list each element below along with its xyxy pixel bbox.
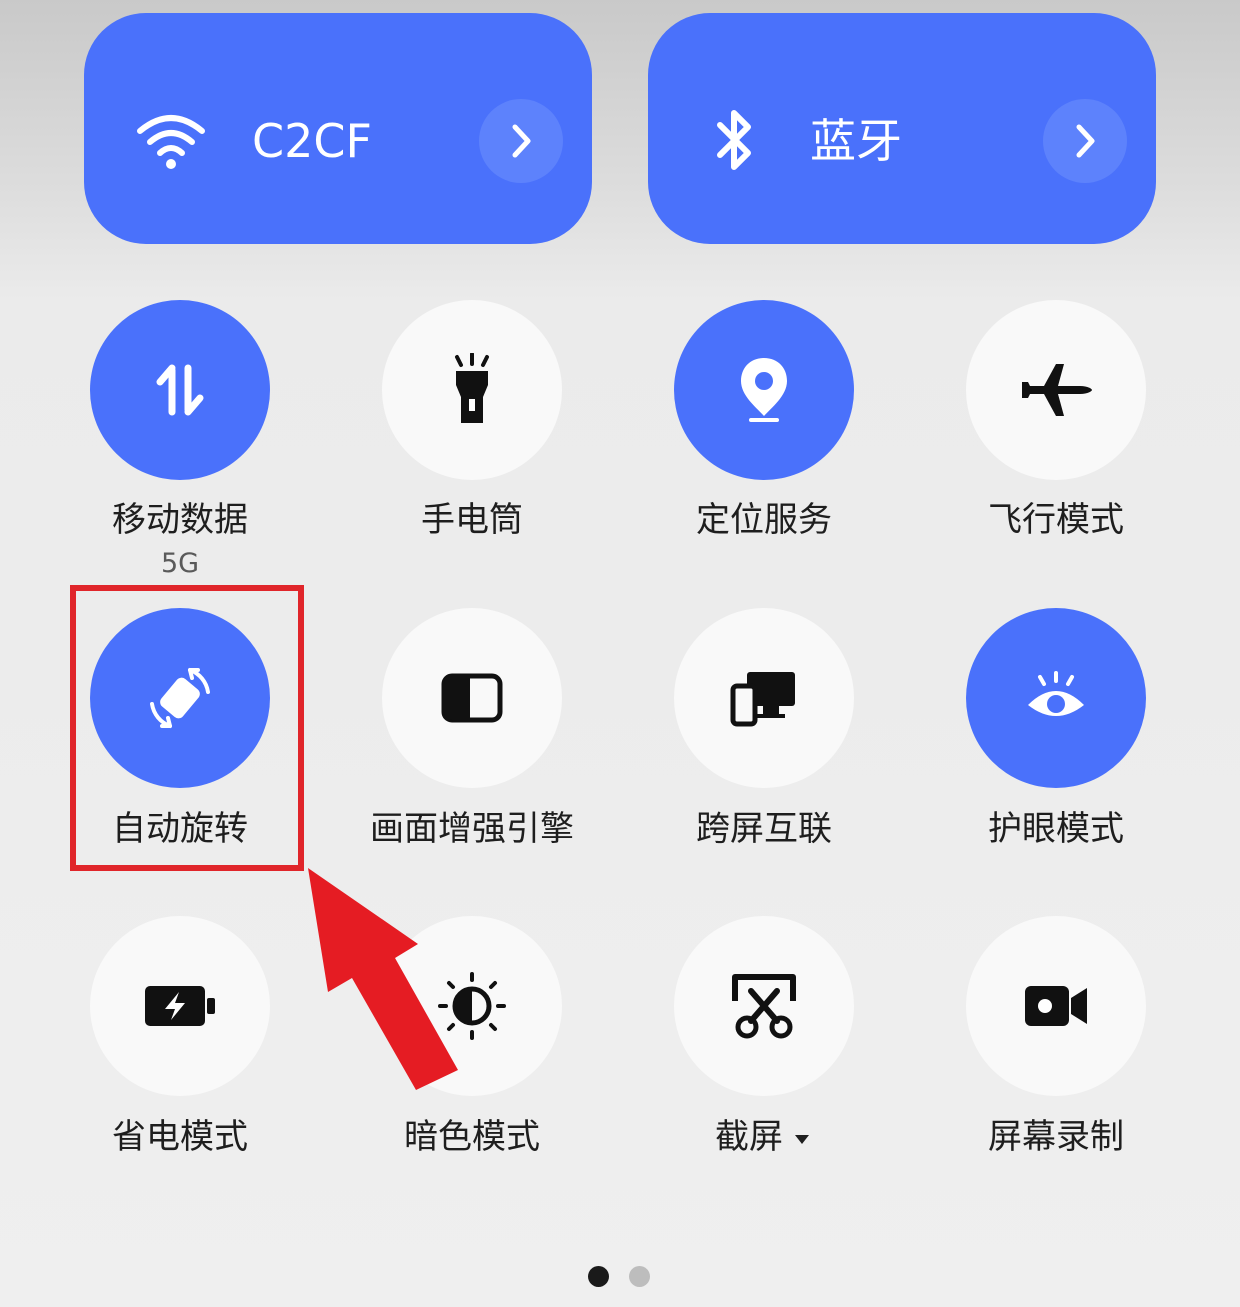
- screenshot-label-text: 截屏: [715, 1117, 783, 1157]
- eye-comfort-toggle[interactable]: [966, 608, 1146, 788]
- location-toggle[interactable]: [674, 300, 854, 480]
- data-arrows-icon: [156, 364, 204, 416]
- page-indicator: [588, 1266, 652, 1288]
- dropdown-triangle-icon: [795, 1134, 809, 1144]
- battery-saver-label: 省电模式: [112, 1117, 248, 1157]
- multi-screen-icon: [730, 672, 795, 727]
- wifi-tile[interactable]: C2CF: [84, 13, 592, 244]
- multi-screen-label: 跨屏互联: [696, 809, 832, 849]
- highlight-annotation-box: [70, 585, 304, 871]
- mobile-data-toggle[interactable]: [90, 300, 270, 480]
- airplane-mode-label: 飞行模式: [988, 500, 1124, 540]
- screen-record-toggle[interactable]: [966, 916, 1146, 1096]
- eye-icon: [1028, 671, 1084, 716]
- screenshot-icon: [732, 974, 796, 1039]
- screen-record-icon: [1025, 986, 1087, 1026]
- battery-saver-toggle[interactable]: [90, 916, 270, 1096]
- display-enhance-toggle[interactable]: [382, 608, 562, 788]
- flashlight-toggle[interactable]: [382, 300, 562, 480]
- battery-saver-icon: [145, 986, 215, 1026]
- dark-mode-label: 暗色模式: [404, 1117, 540, 1157]
- mobile-data-network-type: 5G: [160, 548, 200, 579]
- flashlight-icon: [455, 353, 489, 423]
- wifi-details-button[interactable]: [479, 99, 563, 183]
- flashlight-label: 手电筒: [421, 500, 523, 540]
- display-enhance-label: 画面增强引擎: [370, 809, 574, 849]
- chevron-right-icon: [512, 124, 531, 158]
- bluetooth-tile[interactable]: 蓝牙: [648, 13, 1156, 244]
- display-enhance-icon: [441, 673, 503, 723]
- screen-record-label: 屏幕录制: [988, 1117, 1124, 1157]
- mobile-data-label: 移动数据: [112, 500, 248, 540]
- airplane-icon: [1022, 364, 1092, 416]
- red-arrow-annotation-icon: [308, 868, 458, 1090]
- multi-screen-toggle[interactable]: [674, 608, 854, 788]
- chevron-right-icon: [1076, 124, 1095, 158]
- screenshot-label[interactable]: 截屏: [654, 1114, 874, 1160]
- airplane-mode-toggle[interactable]: [966, 300, 1146, 480]
- location-label: 定位服务: [696, 500, 832, 540]
- bluetooth-label: 蓝牙: [810, 114, 902, 168]
- wifi-icon: [137, 115, 205, 169]
- eye-comfort-label: 护眼模式: [988, 809, 1124, 849]
- wifi-network-name: C2CF: [252, 114, 372, 168]
- location-pin-icon: [741, 358, 787, 422]
- bluetooth-icon: [717, 110, 751, 170]
- page-dot-inactive: [629, 1266, 650, 1287]
- screenshot-toggle[interactable]: [674, 916, 854, 1096]
- bluetooth-details-button[interactable]: [1043, 99, 1127, 183]
- page-dot-active: [588, 1266, 609, 1287]
